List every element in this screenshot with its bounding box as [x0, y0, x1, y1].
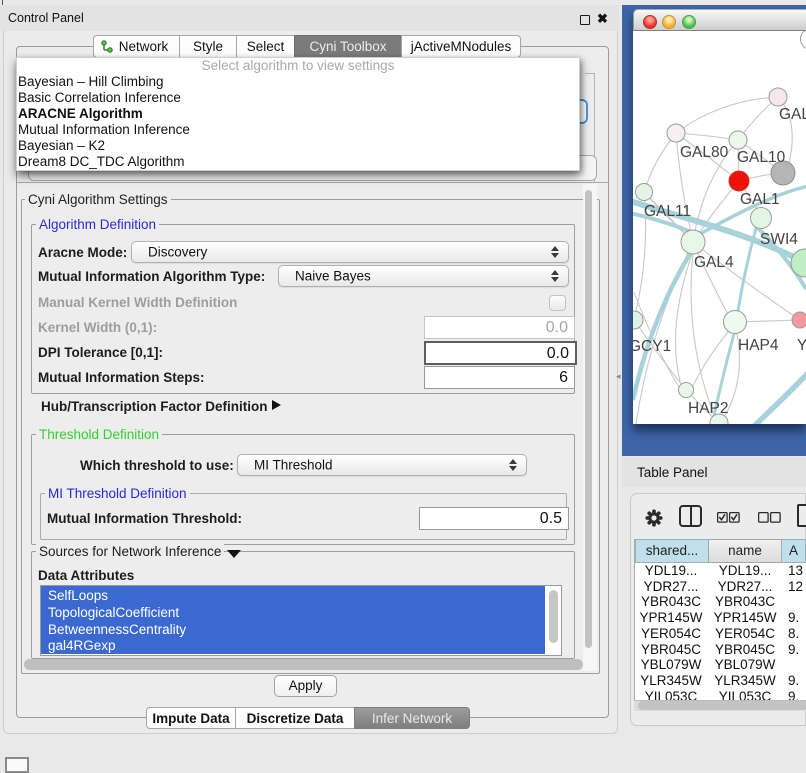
svg-text:GAL4: GAL4: [694, 254, 734, 271]
svg-text:SWI4: SWI4: [760, 231, 798, 248]
svg-text:GAL80: GAL80: [680, 144, 729, 161]
svg-text:GAL10: GAL10: [737, 149, 786, 166]
svg-text:GCY1: GCY1: [633, 338, 671, 355]
svg-text:HAP2: HAP2: [688, 400, 729, 417]
svg-text:YEL: YEL: [797, 337, 806, 354]
svg-text:GAL7: GAL7: [779, 106, 806, 123]
svg-text:HAP4: HAP4: [738, 337, 779, 354]
svg-text:GAL1: GAL1: [740, 191, 780, 208]
svg-text:GAL11: GAL11: [644, 203, 691, 220]
